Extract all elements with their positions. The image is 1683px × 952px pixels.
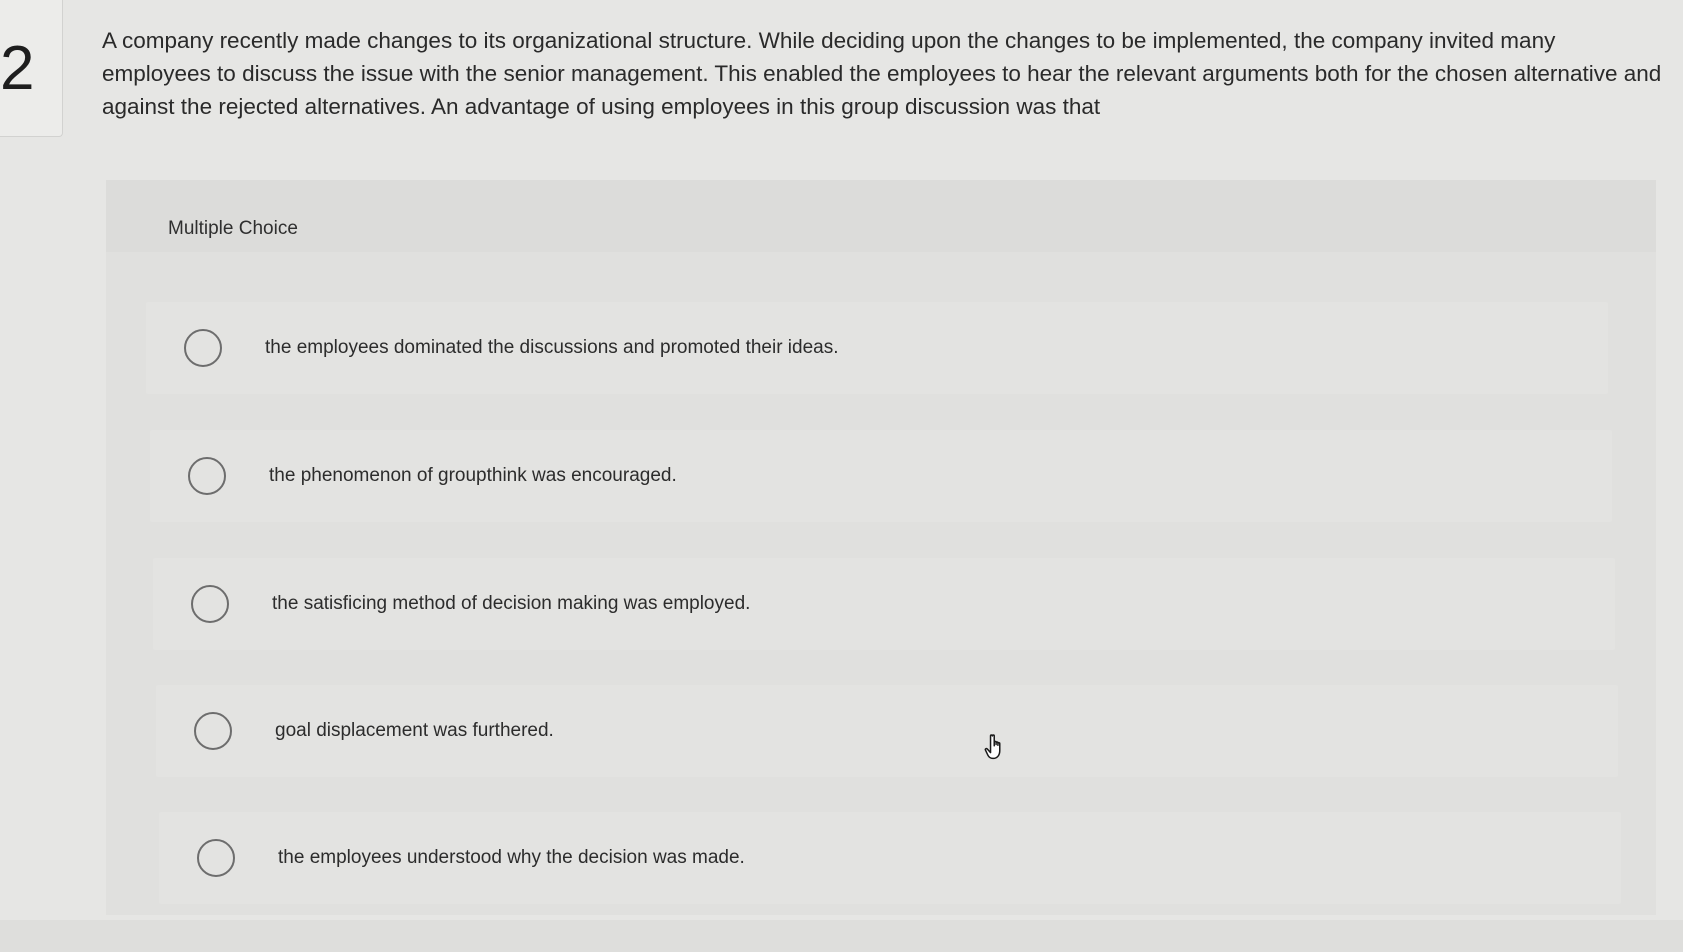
option-2[interactable]: the phenomenon of groupthink was encoura… [150,430,1612,522]
choice-header: Multiple Choice [106,180,1656,252]
radio-button-2[interactable] [188,457,226,495]
option-label-1: the employees dominated the discussions … [265,337,839,358]
question-text: A company recently made changes to its o… [102,28,1662,119]
radio-button-4[interactable] [194,712,232,750]
option-1[interactable]: the employees dominated the discussions … [146,302,1608,394]
radio-button-1[interactable] [184,329,222,367]
option-4[interactable]: goal displacement was furthered. [156,685,1618,777]
choice-heading: Multiple Choice [168,218,298,239]
hand-pointer-icon [984,734,1001,760]
multiple-choice-panel: Multiple Choice the employees dominated … [106,180,1656,915]
option-5[interactable]: the employees understood why the decisio… [159,812,1621,904]
radio-button-5[interactable] [197,839,235,877]
question-number: 2 [0,34,35,103]
option-label-4: goal displacement was furthered. [275,720,554,741]
option-3[interactable]: the satisficing method of decision makin… [153,558,1615,650]
bottom-strip [0,920,1683,952]
option-label-3: the satisficing method of decision makin… [272,593,751,614]
option-label-5: the employees understood why the decisio… [278,847,745,868]
radio-button-3[interactable] [191,585,229,623]
option-label-2: the phenomenon of groupthink was encoura… [269,465,677,486]
question-number-box: 2 [0,0,63,137]
